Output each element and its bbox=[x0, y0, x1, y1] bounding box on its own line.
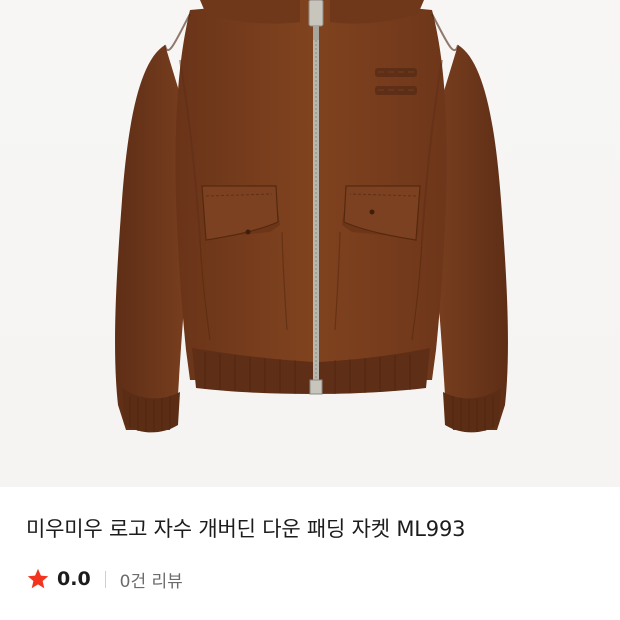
jacket-illustration bbox=[115, 0, 508, 433]
rating-value: 0.0 bbox=[57, 568, 91, 590]
rating-divider bbox=[104, 570, 106, 588]
product-info: 미우미우 로고 자수 개버딘 다운 패딩 자켓 ML993 0.0 0건 리뷰 bbox=[0, 487, 620, 620]
review-count[interactable]: 0건 리뷰 bbox=[120, 567, 183, 592]
product-page: 미우미우 로고 자수 개버딘 다운 패딩 자켓 ML993 0.0 0건 리뷰 bbox=[0, 0, 620, 620]
product-title[interactable]: 미우미우 로고 자수 개버딘 다운 패딩 자켓 ML993 bbox=[26, 513, 465, 543]
star-icon bbox=[27, 568, 49, 589]
product-image[interactable] bbox=[0, 0, 620, 487]
rating-row[interactable]: 0.0 0건 리뷰 bbox=[26, 565, 183, 593]
